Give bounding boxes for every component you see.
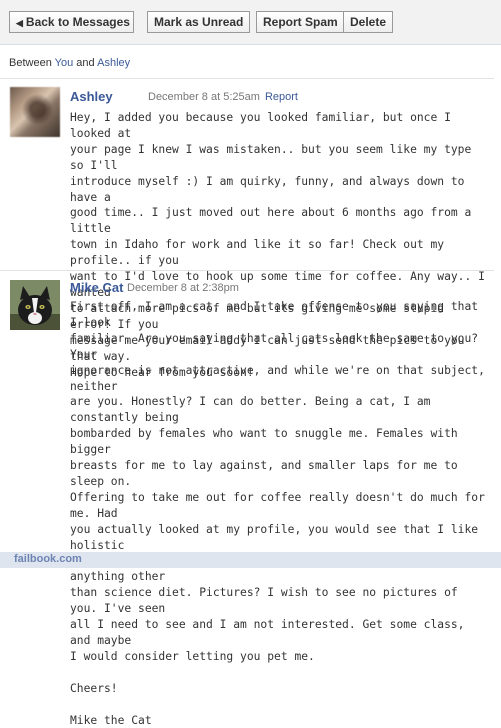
message-sender-ashley[interactable]: Ashley [70, 89, 113, 104]
participants-prefix: Between [9, 57, 52, 69]
thread-participants: Between You and Ashley [9, 57, 130, 69]
failbook-watermark: failbook.com [14, 553, 82, 565]
back-to-messages-label: Back to Messages [25, 15, 130, 29]
back-arrow-icon: ◀ [16, 18, 23, 28]
back-to-messages-button[interactable]: ◀ Back to Messages [9, 11, 134, 33]
ashley-avatar[interactable] [10, 87, 60, 137]
divider [0, 270, 494, 271]
participants-conjunction: and [76, 57, 95, 69]
message-timestamp: December 8 at 5:25am [148, 91, 260, 103]
cat-photo-icon [10, 280, 60, 330]
divider [0, 78, 494, 79]
participant-you-link[interactable]: You [55, 57, 74, 69]
message-meta: December 8 at 5:25am Report [148, 91, 298, 103]
message-toolbar: ◀ Back to Messages Mark as Unread Report … [0, 0, 501, 45]
report-spam-button[interactable]: Report Spam [256, 11, 344, 33]
report-link[interactable]: Report [265, 91, 298, 103]
message-body-mike-cat: First off, I am a cat, and I take offens… [70, 300, 485, 727]
mark-as-unread-button[interactable]: Mark as Unread [147, 11, 250, 33]
delete-button[interactable]: Delete [343, 11, 393, 33]
message-sender-mike-cat[interactable]: Mike Cat [70, 280, 123, 295]
mike-cat-avatar[interactable] [10, 280, 60, 330]
footer-bar: failbook.com [0, 552, 501, 568]
message-timestamp: December 8 at 2:38pm [127, 282, 239, 294]
participant-ashley-link[interactable]: Ashley [97, 57, 130, 69]
